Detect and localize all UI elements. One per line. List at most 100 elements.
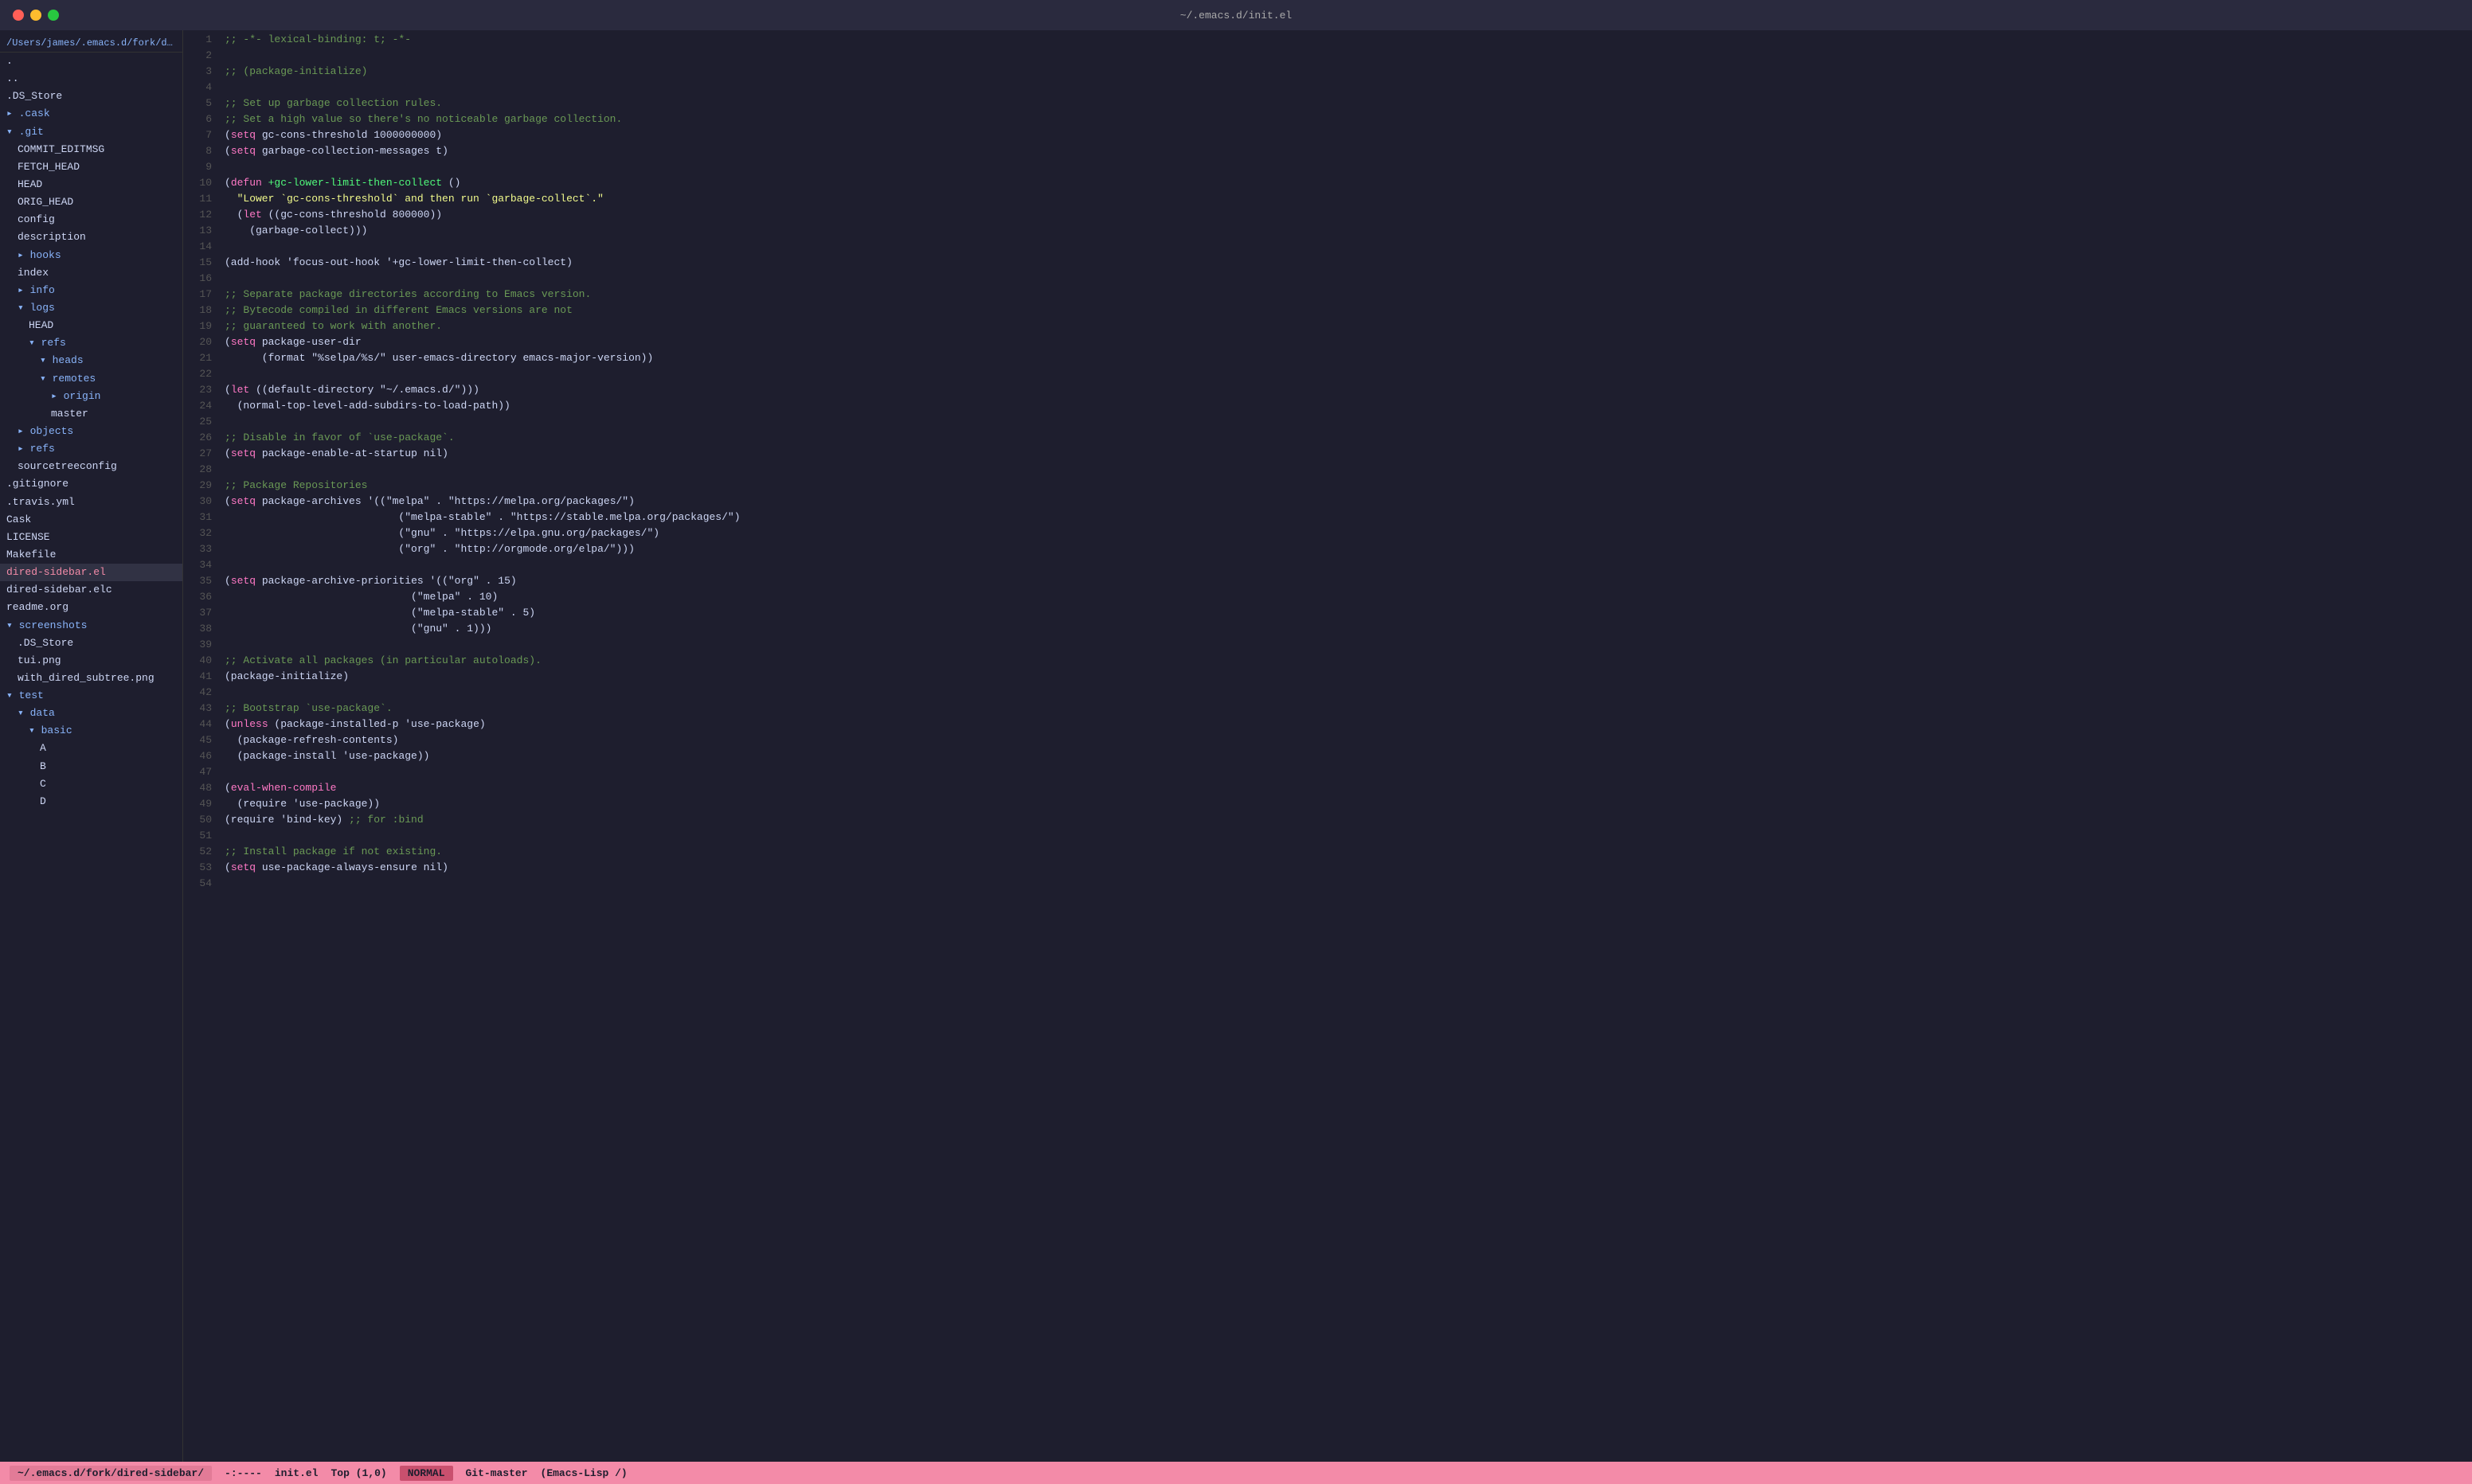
sidebar-item[interactable]: .. — [0, 70, 182, 88]
sidebar-item[interactable]: master — [0, 405, 182, 423]
code-line: 24 (normal-top-level-add-subdirs-to-load… — [183, 400, 2472, 416]
line-content: (setq gc-cons-threshold 1000000000) — [225, 129, 2466, 141]
sidebar-item[interactable]: ▾ test — [0, 687, 182, 705]
sidebar-item[interactable]: Makefile — [0, 546, 182, 564]
minimize-button[interactable] — [30, 10, 41, 21]
sidebar-item[interactable]: ▸ origin — [0, 388, 182, 405]
sidebar-item[interactable]: sourcetreeconfig — [0, 458, 182, 475]
sidebar-item[interactable]: .DS_Store — [0, 635, 182, 652]
line-number: 34 — [190, 559, 212, 571]
code-line: 26;; Disable in favor of `use-package`. — [183, 432, 2472, 447]
sidebar-item[interactable]: HEAD — [0, 317, 182, 334]
sidebar-item[interactable]: D — [0, 793, 182, 810]
sidebar-item[interactable]: dired-sidebar.el — [0, 564, 182, 581]
sidebar-item[interactable]: ▸ refs — [0, 440, 182, 458]
sidebar-item[interactable]: ORIG_HEAD — [0, 193, 182, 211]
tree-label: ▾ refs — [29, 335, 66, 351]
code-line: 12 (let ((gc-cons-threshold 800000)) — [183, 209, 2472, 225]
status-mode: NORMAL — [400, 1466, 453, 1481]
line-content: (let ((default-directory "~/.emacs.d/"))… — [225, 384, 2466, 396]
line-number: 52 — [190, 845, 212, 857]
code-line: 36 ("melpa" . 10) — [183, 591, 2472, 607]
sidebar-item[interactable]: FETCH_HEAD — [0, 158, 182, 176]
code-line: 44(unless (package-installed-p 'use-pack… — [183, 718, 2472, 734]
code-line: 32 ("gnu" . "https://elpa.gnu.org/packag… — [183, 527, 2472, 543]
status-path: ~/.emacs.d/fork/dired-sidebar/ — [10, 1466, 212, 1481]
line-content: (unless (package-installed-p 'use-packag… — [225, 718, 2466, 730]
line-content: (format "%selpa/%s/" user-emacs-director… — [225, 352, 2466, 364]
code-line: 27(setq package-enable-at-startup nil) — [183, 447, 2472, 463]
tree-label: ▾ remotes — [40, 371, 96, 387]
sidebar-item[interactable]: COMMIT_EDITMSG — [0, 141, 182, 158]
code-line: 21 (format "%selpa/%s/" user-emacs-direc… — [183, 352, 2472, 368]
tree-label: .travis.yml — [6, 494, 75, 510]
sidebar-item[interactable]: C — [0, 775, 182, 793]
line-content: (require 'use-package)) — [225, 798, 2466, 810]
sidebar-item[interactable]: B — [0, 758, 182, 775]
sidebar-item[interactable]: A — [0, 740, 182, 757]
code-line: 29;; Package Repositories — [183, 479, 2472, 495]
sidebar-item[interactable]: ▸ hooks — [0, 247, 182, 264]
code-line: 48(eval-when-compile — [183, 782, 2472, 798]
code-line: 45 (package-refresh-contents) — [183, 734, 2472, 750]
sidebar-item[interactable]: with_dired_subtree.png — [0, 670, 182, 687]
code-line: 4 — [183, 81, 2472, 97]
sidebar-item[interactable]: ▾ refs — [0, 334, 182, 352]
code-line: 54 — [183, 877, 2472, 893]
line-content: (package-install 'use-package)) — [225, 750, 2466, 762]
line-number: 9 — [190, 161, 212, 173]
sidebar-item[interactable]: .DS_Store — [0, 88, 182, 105]
sidebar-item[interactable]: ▾ basic — [0, 722, 182, 740]
line-number: 40 — [190, 654, 212, 666]
code-line: 20(setq package-user-dir — [183, 336, 2472, 352]
line-number: 12 — [190, 209, 212, 221]
line-number: 49 — [190, 798, 212, 810]
tree-label: dired-sidebar.el — [6, 564, 106, 580]
close-button[interactable] — [13, 10, 24, 21]
sidebar-item[interactable]: ▾ remotes — [0, 370, 182, 388]
sidebar-item[interactable]: .gitignore — [0, 475, 182, 493]
tree-label: ▾ data — [18, 705, 55, 721]
sidebar-item[interactable]: LICENSE — [0, 529, 182, 546]
tree-label: config — [18, 212, 55, 228]
sidebar-item[interactable]: ▸ info — [0, 282, 182, 299]
sidebar-item[interactable]: ▾ .git — [0, 123, 182, 141]
sidebar-item[interactable]: tui.png — [0, 652, 182, 670]
line-content: "Lower `gc-cons-threshold` and then run … — [225, 193, 2466, 205]
sidebar-item[interactable]: ▾ data — [0, 705, 182, 722]
code-line: 34 — [183, 559, 2472, 575]
sidebar-item[interactable]: ▸ .cask — [0, 105, 182, 123]
line-content: (defun +gc-lower-limit-then-collect () — [225, 177, 2466, 189]
sidebar-item[interactable]: ▾ screenshots — [0, 617, 182, 635]
sidebar-item[interactable]: HEAD — [0, 176, 182, 193]
line-number: 50 — [190, 814, 212, 826]
sidebar-item[interactable]: Cask — [0, 511, 182, 529]
line-number: 8 — [190, 145, 212, 157]
code-line: 51 — [183, 830, 2472, 845]
sidebar-item[interactable]: .travis.yml — [0, 494, 182, 511]
sidebar-item[interactable]: dired-sidebar.elc — [0, 581, 182, 599]
code-line: 18;; Bytecode compiled in different Emac… — [183, 304, 2472, 320]
line-number: 33 — [190, 543, 212, 555]
sidebar-item[interactable]: config — [0, 211, 182, 228]
code-line: 49 (require 'use-package)) — [183, 798, 2472, 814]
sidebar-item[interactable]: description — [0, 228, 182, 246]
line-content: (add-hook 'focus-out-hook '+gc-lower-lim… — [225, 256, 2466, 268]
sidebar-item[interactable]: ▾ heads — [0, 352, 182, 369]
sidebar-item[interactable]: index — [0, 264, 182, 282]
tree-label: .DS_Store — [6, 88, 62, 104]
code-view[interactable]: 1;; -*- lexical-binding: t; -*-23;; (pac… — [183, 30, 2472, 1462]
sidebar-item[interactable]: ▸ objects — [0, 423, 182, 440]
maximize-button[interactable] — [48, 10, 59, 21]
sidebar-item[interactable]: ▾ logs — [0, 299, 182, 317]
sidebar-item[interactable]: readme.org — [0, 599, 182, 616]
code-line: 13 (garbage-collect))) — [183, 225, 2472, 240]
sidebar-item[interactable]: . — [0, 53, 182, 70]
code-line: 40;; Activate all packages (in particula… — [183, 654, 2472, 670]
line-content: ;; Separate package directories accordin… — [225, 288, 2466, 300]
main-container: /Users/james/.emacs.d/fork/dired-side▶ .… — [0, 30, 2472, 1462]
line-content: ;; guaranteed to work with another. — [225, 320, 2466, 332]
tree-label: B — [40, 759, 46, 775]
line-number: 47 — [190, 766, 212, 778]
file-sidebar[interactable]: /Users/james/.emacs.d/fork/dired-side▶ .… — [0, 30, 183, 1462]
